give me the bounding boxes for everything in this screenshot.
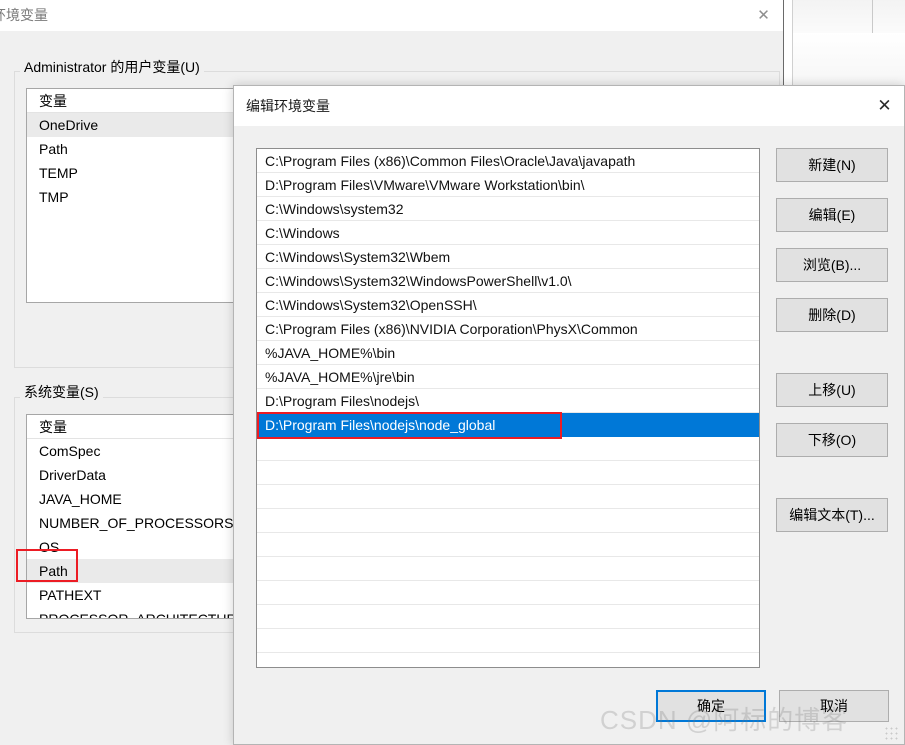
list-item-empty[interactable] [257, 605, 759, 629]
list-item-empty[interactable] [257, 533, 759, 557]
background-window-page [792, 33, 905, 87]
list-item-empty[interactable] [257, 629, 759, 653]
environment-variables-titlebar: 环境变量 ✕ [0, 0, 783, 31]
watermark: CSDN @阿标的博客 [600, 705, 849, 735]
list-item[interactable]: C:\Windows\System32\WindowsPowerShell\v1… [257, 269, 759, 293]
list-item[interactable]: C:\Program Files (x86)\Common Files\Orac… [257, 149, 759, 173]
list-item-empty[interactable] [257, 509, 759, 533]
user-variables-group-label: Administrator 的用户变量(U) [20, 57, 204, 77]
close-icon[interactable]: ✕ [744, 0, 783, 31]
list-item[interactable]: C:\Program Files (x86)\NVIDIA Corporatio… [257, 317, 759, 341]
path-entries-listbox[interactable]: C:\Program Files (x86)\Common Files\Orac… [256, 148, 760, 668]
list-item-selected[interactable]: D:\Program Files\nodejs\node_global [257, 413, 759, 437]
list-item[interactable]: C:\Windows\System32\OpenSSH\ [257, 293, 759, 317]
list-item-empty[interactable] [257, 581, 759, 605]
list-item-empty[interactable] [257, 557, 759, 581]
edit-environment-variable-dialog: 编辑环境变量 ✕ C:\Program Files (x86)\Common F… [233, 85, 905, 745]
watermark-dots [884, 726, 900, 740]
list-item-empty[interactable] [257, 485, 759, 509]
system-variables-group-label: 系统变量(S) [20, 382, 103, 402]
window-title: 环境变量 [0, 7, 48, 23]
list-item[interactable]: C:\Windows\system32 [257, 197, 759, 221]
list-item[interactable]: %JAVA_HOME%\bin [257, 341, 759, 365]
delete-button[interactable]: 删除(D) [776, 298, 888, 332]
background-window-tabstrip [792, 0, 905, 34]
list-item[interactable]: %JAVA_HOME%\jre\bin [257, 365, 759, 389]
move-down-button[interactable]: 下移(O) [776, 423, 888, 457]
close-icon[interactable]: ✕ [865, 86, 904, 126]
list-item[interactable]: C:\Windows\System32\Wbem [257, 245, 759, 269]
new-button[interactable]: 新建(N) [776, 148, 888, 182]
list-item-empty[interactable] [257, 461, 759, 485]
edit-text-button[interactable]: 编辑文本(T)... [776, 498, 888, 532]
list-item[interactable]: D:\Program Files\VMware\VMware Workstati… [257, 173, 759, 197]
background-window-left-edge [792, 0, 793, 86]
dialog-titlebar: 编辑环境变量 ✕ [234, 86, 904, 126]
list-item-empty[interactable] [257, 437, 759, 461]
dialog-title: 编辑环境变量 [246, 98, 330, 114]
list-item[interactable]: D:\Program Files\nodejs\ [257, 389, 759, 413]
browse-button[interactable]: 浏览(B)... [776, 248, 888, 282]
move-up-button[interactable]: 上移(U) [776, 373, 888, 407]
list-item[interactable]: C:\Windows [257, 221, 759, 245]
edit-button[interactable]: 编辑(E) [776, 198, 888, 232]
list-item-empty[interactable] [257, 653, 759, 667]
background-window-tab-separator [872, 0, 873, 33]
